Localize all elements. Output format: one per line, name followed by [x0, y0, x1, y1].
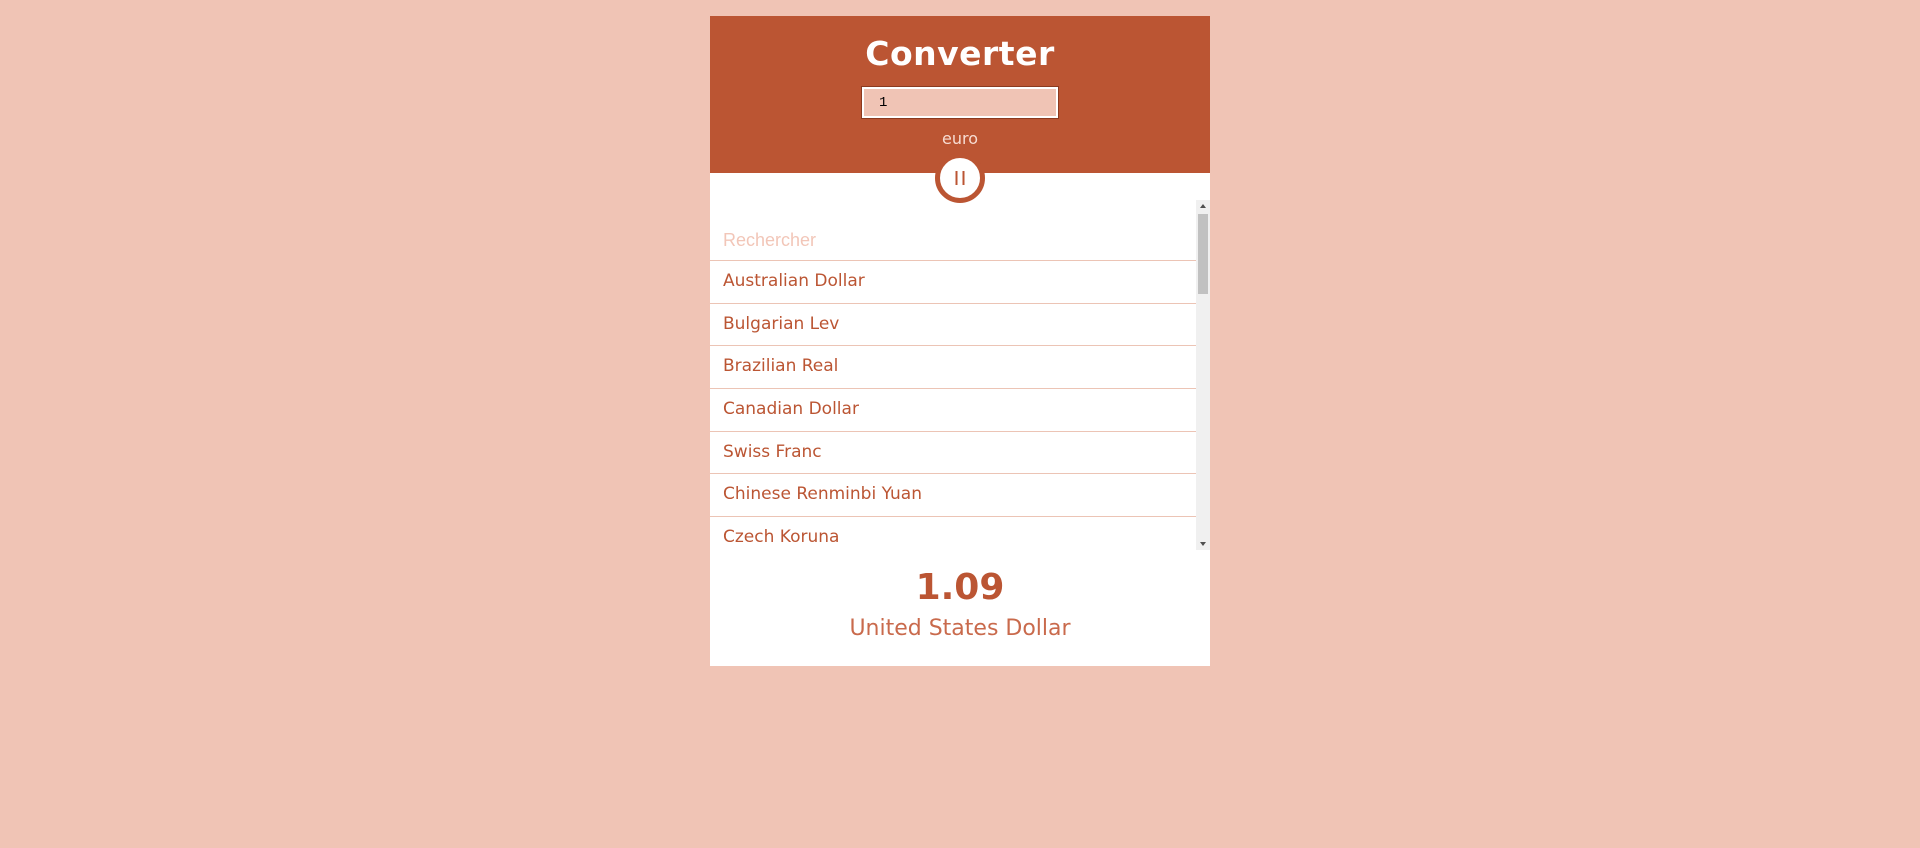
swap-icon — [955, 171, 965, 185]
currency-option[interactable]: Chinese Renminbi Yuan — [710, 474, 1196, 518]
currency-option[interactable]: Canadian Dollar — [710, 389, 1196, 432]
conversion-result-currency: United States Dollar — [849, 616, 1071, 641]
currency-option[interactable]: Swiss Franc — [710, 432, 1196, 475]
scroll-up-arrow-icon[interactable] — [1196, 200, 1210, 212]
scroll-down-arrow-icon[interactable] — [1196, 538, 1210, 550]
currency-option[interactable]: Czech Koruna — [710, 517, 1196, 550]
converter-card: Converter euro Australian Dollar Bulgari… — [710, 16, 1210, 666]
amount-input[interactable] — [861, 86, 1059, 119]
base-currency-label: euro — [942, 129, 978, 148]
currency-search-input[interactable] — [710, 200, 1196, 261]
scrollbar-thumb[interactable] — [1198, 214, 1208, 294]
currency-select-list[interactable]: Australian Dollar Bulgarian Lev Brazilia… — [710, 200, 1210, 550]
currency-option[interactable]: Brazilian Real — [710, 346, 1196, 390]
list-scrollbar[interactable] — [1196, 200, 1210, 550]
currency-list: Australian Dollar Bulgarian Lev Brazilia… — [710, 261, 1196, 550]
currency-option[interactable]: Bulgarian Lev — [710, 304, 1196, 347]
app-title: Converter — [865, 34, 1055, 73]
conversion-result-value: 1.09 — [915, 567, 1005, 608]
currency-option[interactable]: Australian Dollar — [710, 261, 1196, 304]
converter-header: Converter euro — [710, 16, 1210, 173]
swap-button[interactable] — [935, 153, 985, 203]
